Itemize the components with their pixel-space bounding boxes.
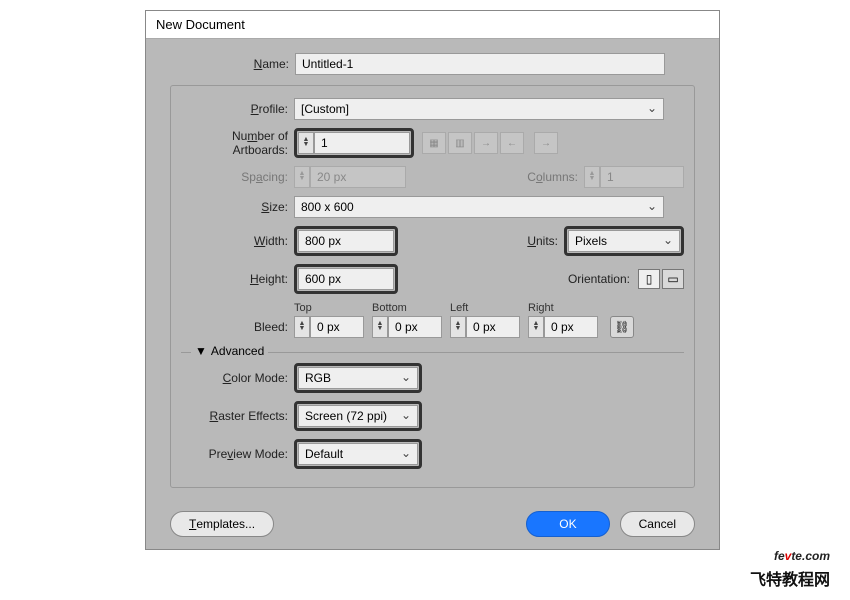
- orientation-landscape-button[interactable]: ▭: [662, 269, 684, 289]
- arrange-left-icon: ←: [500, 132, 524, 154]
- grid-by-col-icon: ▥: [448, 132, 472, 154]
- spacing-spinner: ▲▼: [294, 166, 310, 188]
- new-document-dialog: New Document Name: Untitled-1 Profile: […: [145, 10, 720, 550]
- raster-select[interactable]: Screen (72 ppi): [298, 405, 418, 427]
- columns-input: 1: [600, 166, 684, 188]
- height-label: Height:: [181, 272, 294, 286]
- colormode-label: Color Mode:: [181, 371, 294, 385]
- columns-spinner: ▲▼: [584, 166, 600, 188]
- raster-label: Raster Effects:: [181, 409, 294, 423]
- spacing-label: Spacing:: [181, 170, 294, 184]
- columns-label: Columns:: [524, 170, 584, 184]
- bleed-right-label: Right: [528, 302, 598, 314]
- name-input[interactable]: Untitled-1: [295, 53, 665, 75]
- link-icon: ⛓: [614, 320, 629, 334]
- main-group: Profile: [Custom] Number of Artboards: ▲…: [170, 85, 695, 488]
- dialog-title: New Document: [146, 11, 719, 39]
- bleed-link-button[interactable]: ⛓: [610, 316, 634, 338]
- profile-select[interactable]: [Custom]: [294, 98, 664, 120]
- bleed-bottom-input[interactable]: 0 px: [388, 316, 442, 338]
- size-select[interactable]: 800 x 600: [294, 196, 664, 218]
- bleed-left-input[interactable]: 0 px: [466, 316, 520, 338]
- arrange-down-icon: →: [534, 132, 558, 154]
- grid-by-row-icon: ▦: [422, 132, 446, 154]
- bleed-left-spinner[interactable]: ▲▼: [450, 316, 466, 338]
- bleed-top-label: Top: [294, 302, 364, 314]
- colormode-select[interactable]: RGB: [298, 367, 418, 389]
- bleed-label: Bleed:: [181, 320, 294, 338]
- advanced-toggle[interactable]: ▼ Advanced: [191, 344, 268, 358]
- cancel-button[interactable]: Cancel: [620, 511, 695, 537]
- preview-select[interactable]: Default: [298, 443, 418, 465]
- height-input[interactable]: 600 px: [298, 268, 394, 290]
- orientation-portrait-button[interactable]: ▯: [638, 269, 660, 289]
- bleed-right-spinner[interactable]: ▲▼: [528, 316, 544, 338]
- chevron-down-icon: ▼: [195, 344, 207, 358]
- artboards-spinner[interactable]: ▲▼: [298, 132, 314, 154]
- orientation-label: Orientation:: [561, 272, 636, 286]
- units-label: Units:: [514, 234, 564, 248]
- name-label: Name:: [170, 57, 295, 71]
- advanced-group: ▼ Advanced Color Mode: RGB Raster Effect…: [181, 352, 684, 469]
- watermark: fevte.com 飞特教程网: [750, 540, 830, 590]
- arrange-right-icon: →: [474, 132, 498, 154]
- bleed-left-label: Left: [450, 302, 520, 314]
- units-select[interactable]: Pixels: [568, 230, 680, 252]
- spacing-input: 20 px: [310, 166, 406, 188]
- bleed-bottom-spinner[interactable]: ▲▼: [372, 316, 388, 338]
- width-label: Width:: [181, 234, 294, 248]
- bleed-top-input[interactable]: 0 px: [310, 316, 364, 338]
- artboards-input[interactable]: 1: [314, 132, 410, 154]
- bleed-bottom-label: Bottom: [372, 302, 442, 314]
- templates-button[interactable]: Templates...: [170, 511, 274, 537]
- bleed-right-input[interactable]: 0 px: [544, 316, 598, 338]
- width-input[interactable]: 800 px: [298, 230, 394, 252]
- bleed-top-spinner[interactable]: ▲▼: [294, 316, 310, 338]
- profile-label: Profile:: [181, 102, 294, 116]
- preview-label: Preview Mode:: [181, 447, 294, 461]
- ok-button[interactable]: OK: [526, 511, 609, 537]
- artboards-label: Number of Artboards:: [181, 129, 294, 157]
- size-label: Size:: [181, 200, 294, 214]
